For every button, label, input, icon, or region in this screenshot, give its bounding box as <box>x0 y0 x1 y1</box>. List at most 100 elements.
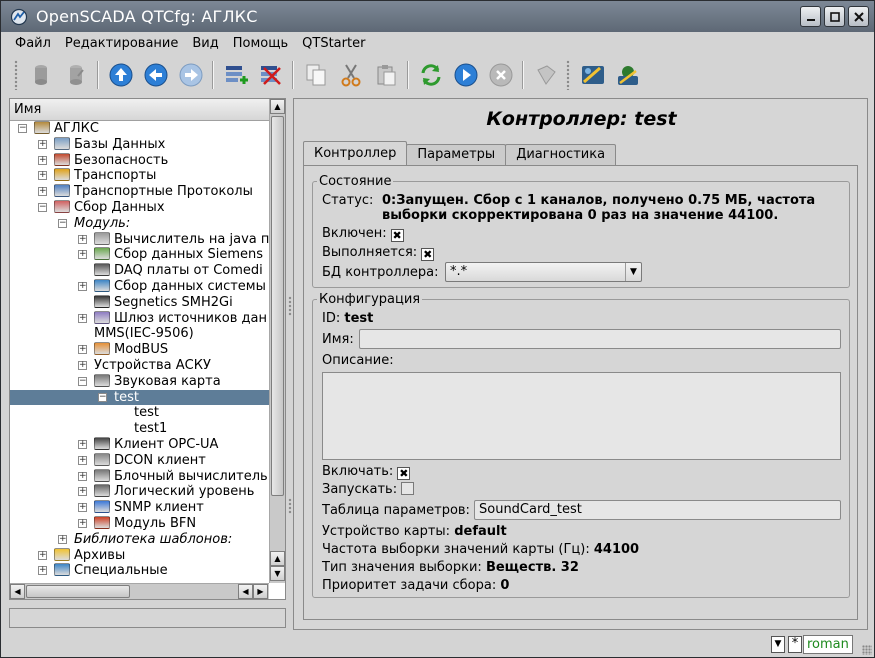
tree-vertical-scrollbar[interactable]: ▲ ▲ ▼ <box>269 99 285 583</box>
tree-item-mms[interactable]: MMS(IEC-9506) <box>10 326 269 342</box>
start-button[interactable] <box>451 60 481 90</box>
scroll-thumb[interactable] <box>271 116 284 496</box>
tree-item-param-test[interactable]: test <box>10 405 269 421</box>
tree-item-bfn[interactable]: + Модуль BFN <box>10 515 269 532</box>
expand-icon[interactable]: + <box>38 187 47 197</box>
tree-item-siemens[interactable]: + Сбор данных Siemens <box>10 247 269 263</box>
maximize-button[interactable] <box>824 6 845 27</box>
tree-item-opcua[interactable]: + Клиент OPC-UA <box>10 436 269 453</box>
vision-button[interactable] <box>613 60 643 90</box>
tree-item-test-controller[interactable]: − test <box>10 389 269 406</box>
tree-item-templates-lib[interactable]: + Библиотека шаблонов: <box>10 532 269 548</box>
scroll-left-button[interactable]: ◀ <box>238 584 253 599</box>
scroll-left-button[interactable]: ◀ <box>10 584 25 599</box>
tree-item-snmp[interactable]: + SNMP клиент <box>10 500 269 516</box>
tree-item-system[interactable]: + Сбор данных системы <box>10 278 269 295</box>
collapse-icon[interactable]: − <box>78 376 87 386</box>
tab-diagnostics[interactable]: Диагностика <box>505 144 617 165</box>
expand-icon[interactable]: + <box>78 518 87 528</box>
expand-icon[interactable]: + <box>78 313 87 323</box>
tree-item-security[interactable]: + Безопасность <box>10 152 269 169</box>
collapse-icon[interactable]: − <box>58 218 67 228</box>
expand-icon[interactable]: + <box>78 250 87 260</box>
scroll-thumb[interactable] <box>26 585 130 598</box>
stop-button[interactable] <box>486 60 516 90</box>
tree-item-archives[interactable]: + Архивы <box>10 547 269 564</box>
tree-item-dcon[interactable]: + DCON клиент <box>10 452 269 469</box>
name-field[interactable] <box>359 329 841 349</box>
expand-icon[interactable]: + <box>38 550 47 560</box>
toolbar-grip[interactable] <box>14 60 18 90</box>
tree-item-param-test1[interactable]: test1 <box>10 421 269 437</box>
expand-icon[interactable]: + <box>38 171 47 181</box>
navigation-tree[interactable]: Имя − АГЛКС + Базы Данных + Безопасность + Тран… <box>9 98 286 600</box>
tree-item-modules[interactable]: − Модуль: <box>10 216 269 232</box>
scroll-down-button[interactable]: ▼ <box>270 566 285 581</box>
description-field[interactable] <box>322 372 841 460</box>
tree-item-logiclev[interactable]: + Логический уровень <box>10 484 269 500</box>
tab-parameters[interactable]: Параметры <box>406 144 507 165</box>
expand-icon[interactable]: + <box>78 503 87 513</box>
status-menu-button[interactable]: ▼ <box>771 636 785 653</box>
tree-item-segnetics[interactable]: Segnetics SMH2Gi <box>10 294 269 311</box>
add-item-button[interactable] <box>221 60 251 90</box>
tree-item-modbus[interactable]: + ModBUS <box>10 342 269 358</box>
tree-item-databases[interactable]: + Базы Данных <box>10 136 269 153</box>
tree-item-specials[interactable]: + Специальные <box>10 563 269 579</box>
splitter-grip[interactable] <box>288 296 292 316</box>
enabled-checkbox[interactable]: ✖ <box>390 229 404 242</box>
menu-edit[interactable]: Редактирование <box>58 36 185 51</box>
db-load-button[interactable] <box>26 60 56 90</box>
expand-icon[interactable]: + <box>78 281 87 291</box>
tree-item-transport-protocols[interactable]: + Транспортные Протоколы <box>10 184 269 200</box>
splitter-grip[interactable] <box>288 498 292 514</box>
collapse-icon[interactable]: − <box>38 202 47 212</box>
tree-item-javalikecalc[interactable]: + Вычислитель на java п <box>10 231 269 248</box>
current-user[interactable]: roman <box>803 635 853 654</box>
tab-controller[interactable]: Контроллер <box>303 141 408 165</box>
db-select[interactable]: *.* ▼ <box>445 262 642 282</box>
collapse-icon[interactable]: − <box>18 124 27 133</box>
cut-button[interactable] <box>336 60 366 90</box>
tree-item-soundcard[interactable]: − Звуковая карта <box>10 373 269 390</box>
paste-button[interactable] <box>371 60 401 90</box>
resize-grip[interactable] <box>862 645 872 655</box>
expand-icon[interactable]: + <box>78 360 87 370</box>
tree-item-daqgate[interactable]: + Шлюз источников дан <box>10 310 269 327</box>
delete-item-button[interactable] <box>256 60 286 90</box>
expand-icon[interactable]: + <box>38 139 47 149</box>
expand-icon[interactable]: + <box>58 534 67 544</box>
menu-file[interactable]: Файл <box>1 36 58 51</box>
tree-horizontal-scrollbar[interactable]: ◀ ◀ ▶ <box>10 583 269 599</box>
to-enable-checkbox[interactable]: ✖ <box>397 467 411 480</box>
tree-item-blockcalc[interactable]: + Блочный вычислитель <box>10 468 269 485</box>
tree-item-comedi[interactable]: DAQ платы от Comedi <box>10 263 269 279</box>
close-button[interactable] <box>848 6 869 27</box>
to-start-checkbox[interactable] <box>401 482 415 495</box>
expand-icon[interactable]: + <box>78 455 87 465</box>
refresh-button[interactable] <box>416 60 446 90</box>
tree-column-header[interactable]: Имя <box>10 99 269 121</box>
scroll-up-button[interactable]: ▲ <box>270 99 285 114</box>
tree-body[interactable]: − АГЛКС + Базы Данных + Безопасность + Транспор… <box>10 121 269 583</box>
params-table-field[interactable]: SoundCard_test <box>474 500 841 520</box>
forward-button[interactable] <box>176 60 206 90</box>
modified-indicator[interactable]: * <box>788 636 802 653</box>
db-save-button[interactable] <box>61 60 91 90</box>
collapse-icon[interactable]: − <box>98 392 107 402</box>
menu-view[interactable]: Вид <box>185 36 225 51</box>
tree-item-root[interactable]: − АГЛКС <box>10 121 269 137</box>
tree-item-daq[interactable]: − Сбор Данных <box>10 199 269 216</box>
expand-icon[interactable]: + <box>78 345 87 355</box>
info-button[interactable] <box>531 60 561 90</box>
scroll-up-button[interactable]: ▲ <box>270 551 285 566</box>
expand-icon[interactable]: + <box>78 487 87 497</box>
minimize-button[interactable] <box>800 6 821 27</box>
menu-help[interactable]: Помощь <box>226 36 295 51</box>
copy-button[interactable] <box>301 60 331 90</box>
expand-icon[interactable]: + <box>38 155 47 165</box>
expand-icon[interactable]: + <box>78 234 87 244</box>
expand-icon[interactable]: + <box>38 566 47 576</box>
expand-icon[interactable]: + <box>78 471 87 481</box>
back-button[interactable] <box>141 60 171 90</box>
